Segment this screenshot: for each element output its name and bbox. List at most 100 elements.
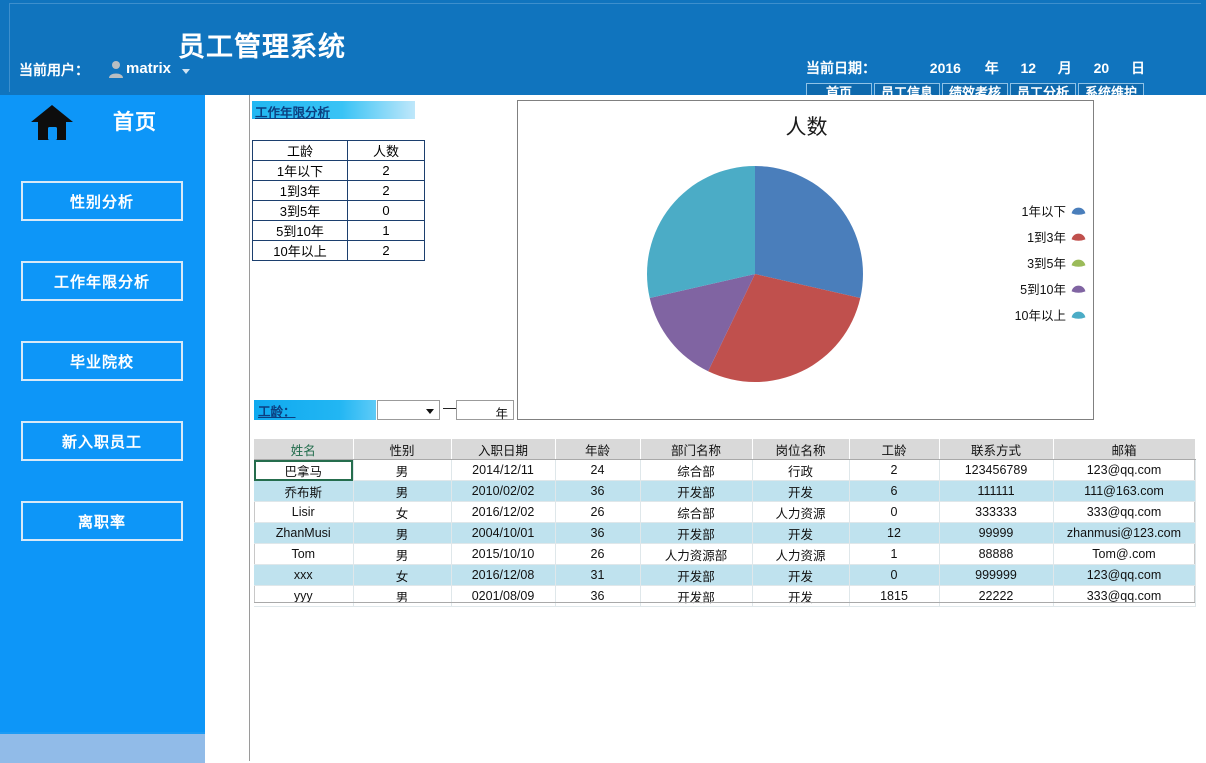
sidebar-item-new-employees[interactable]: 新入职员工	[21, 421, 183, 461]
legend-item[interactable]: 5到10年	[948, 275, 1086, 301]
column-header-position[interactable]: 岗位名称	[752, 439, 850, 460]
home-icon[interactable]	[30, 103, 74, 141]
column-header-hire-date[interactable]: 入职日期	[451, 439, 556, 460]
table-row[interactable]: Lisir 女 2016/12/02 26 综合部 人力资源 0 333333 …	[254, 501, 1196, 523]
column-header-name[interactable]: 姓名	[254, 439, 354, 460]
sidebar-home-label[interactable]: 首页	[113, 106, 157, 136]
column-header-email[interactable]: 邮箱	[1053, 439, 1196, 460]
cell-tenure[interactable]: 2	[849, 459, 940, 481]
table-row[interactable]: Tom 男 2015/10/10 26 人力资源部 人力资源 1 88888 T…	[254, 543, 1196, 565]
cell-name[interactable]: yyy	[254, 585, 354, 607]
tenure-filter-select[interactable]	[377, 400, 440, 420]
cell-position[interactable]: 人力资源	[752, 501, 850, 523]
cell-tenure[interactable]: 12	[849, 522, 940, 544]
cell-department[interactable]: 人力资源部	[640, 543, 753, 565]
column-header-contact[interactable]: 联系方式	[939, 439, 1054, 460]
cell-gender[interactable]: 女	[353, 501, 452, 523]
cell-email[interactable]: 123@qq.com	[1053, 564, 1196, 586]
sidebar-item-turnover-rate[interactable]: 离职率	[21, 501, 183, 541]
legend-item[interactable]: 3到5年	[948, 249, 1086, 275]
cell-age[interactable]: 36	[555, 585, 641, 607]
cell-age[interactable]: 36	[555, 522, 641, 544]
cell-department[interactable]: 开发部	[640, 522, 753, 544]
cell-position[interactable]: 行政	[752, 459, 850, 481]
cell-email[interactable]: 333@qq.com	[1053, 501, 1196, 523]
table-row[interactable]: yyy 男 0201/08/09 36 开发部 开发 1815 22222 33…	[254, 585, 1196, 607]
cell-position[interactable]: 开发	[752, 522, 850, 544]
sidebar-item-tenure-analysis[interactable]: 工作年限分析	[21, 261, 183, 301]
cell-contact[interactable]: 123456789	[939, 459, 1054, 481]
cell-position[interactable]: 开发	[752, 564, 850, 586]
cell-age[interactable]: 26	[555, 543, 641, 565]
summary-cell-value: 2	[347, 180, 425, 201]
cell-email[interactable]: 111@163.com	[1053, 480, 1196, 502]
cell-age[interactable]: 26	[555, 501, 641, 523]
cell-position[interactable]: 人力资源	[752, 543, 850, 565]
legend-item[interactable]: 1到3年	[948, 223, 1086, 249]
cell-gender[interactable]: 男	[353, 543, 452, 565]
cell-department[interactable]: 开发部	[640, 585, 753, 607]
legend-item[interactable]: 1年以下	[948, 197, 1086, 223]
cell-name[interactable]: Lisir	[254, 501, 354, 523]
cell-hire-date[interactable]: 2010/02/02	[451, 480, 556, 502]
cell-tenure[interactable]: 0	[849, 564, 940, 586]
cell-gender[interactable]: 男	[353, 585, 452, 607]
column-header-gender[interactable]: 性别	[353, 439, 452, 460]
cell-name[interactable]: Tom	[254, 543, 354, 565]
cell-gender[interactable]: 男	[353, 459, 452, 481]
cell-department[interactable]: 综合部	[640, 459, 753, 481]
cell-age[interactable]: 36	[555, 480, 641, 502]
cell-gender[interactable]: 男	[353, 522, 452, 544]
cell-name[interactable]: 巴拿马	[254, 459, 354, 481]
cell-tenure[interactable]: 1815	[849, 585, 940, 607]
cell-gender[interactable]: 女	[353, 564, 452, 586]
chevron-down-icon[interactable]	[426, 409, 434, 414]
cell-hire-date[interactable]: 2004/10/01	[451, 522, 556, 544]
cell-tenure[interactable]: 0	[849, 501, 940, 523]
summary-cell-value: 2	[347, 160, 425, 181]
cell-contact[interactable]: 99999	[939, 522, 1054, 544]
cell-age[interactable]: 31	[555, 564, 641, 586]
cell-email[interactable]: 123@qq.com	[1053, 459, 1196, 481]
cell-hire-date[interactable]: 2016/12/02	[451, 501, 556, 523]
current-user-name[interactable]: matrix	[126, 60, 171, 77]
cell-position[interactable]: 开发	[752, 585, 850, 607]
summary-cell-label: 5到10年	[252, 220, 348, 241]
cell-contact[interactable]: 333333	[939, 501, 1054, 523]
cell-hire-date[interactable]: 0201/08/09	[451, 585, 556, 607]
cell-department[interactable]: 开发部	[640, 564, 753, 586]
column-header-age[interactable]: 年龄	[555, 439, 641, 460]
cell-hire-date[interactable]: 2014/12/11	[451, 459, 556, 481]
cell-hire-date[interactable]: 2016/12/08	[451, 564, 556, 586]
cell-contact[interactable]: 88888	[939, 543, 1054, 565]
cell-name[interactable]: xxx	[254, 564, 354, 586]
table-row[interactable]: 巴拿马 男 2014/12/11 24 综合部 行政 2 123456789 1…	[254, 459, 1196, 481]
table-row[interactable]: xxx 女 2016/12/08 31 开发部 开发 0 999999 123@…	[254, 564, 1196, 586]
column-header-tenure[interactable]: 工龄	[849, 439, 940, 460]
cell-email[interactable]: Tom@.com	[1053, 543, 1196, 565]
cell-gender[interactable]: 男	[353, 480, 452, 502]
cell-tenure[interactable]: 6	[849, 480, 940, 502]
cell-age[interactable]: 24	[555, 459, 641, 481]
legend-item[interactable]: 10年以上	[948, 301, 1086, 327]
sidebar-item-graduate-school[interactable]: 毕业院校	[21, 341, 183, 381]
cell-tenure[interactable]: 1	[849, 543, 940, 565]
chevron-down-icon[interactable]	[182, 69, 190, 74]
cell-contact[interactable]: 22222	[939, 585, 1054, 607]
cell-department[interactable]: 综合部	[640, 501, 753, 523]
table-row[interactable]: ZhanMusi 男 2004/10/01 36 开发部 开发 12 99999…	[254, 522, 1196, 544]
cell-contact[interactable]: 111111	[939, 480, 1054, 502]
cell-hire-date[interactable]: 2015/10/10	[451, 543, 556, 565]
cell-department[interactable]: 开发部	[640, 480, 753, 502]
tenure-filter-input[interactable]: 年	[456, 400, 514, 421]
cell-email[interactable]: 333@qq.com	[1053, 585, 1196, 607]
cell-contact[interactable]: 999999	[939, 564, 1054, 586]
sidebar-scrollbar[interactable]	[0, 732, 205, 763]
cell-position[interactable]: 开发	[752, 480, 850, 502]
table-row[interactable]: 乔布斯 男 2010/02/02 36 开发部 开发 6 111111 111@…	[254, 480, 1196, 502]
cell-name[interactable]: 乔布斯	[254, 480, 354, 502]
sidebar-item-gender-analysis[interactable]: 性别分析	[21, 181, 183, 221]
cell-email[interactable]: zhanmusi@123.com	[1053, 522, 1196, 544]
cell-name[interactable]: ZhanMusi	[254, 522, 354, 544]
column-header-department[interactable]: 部门名称	[640, 439, 753, 460]
